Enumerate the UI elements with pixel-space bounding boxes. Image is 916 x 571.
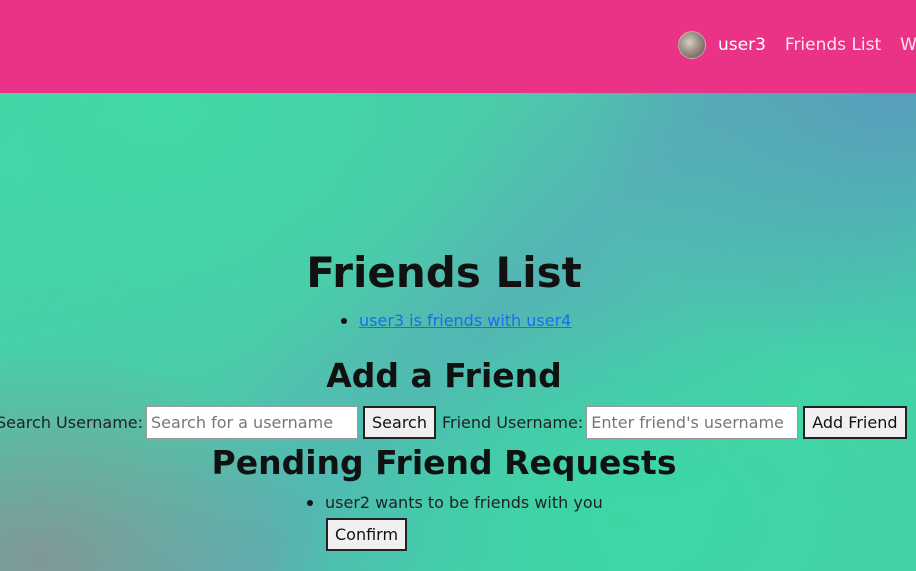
friend-list: user3 is friends with user4 — [341, 311, 571, 330]
search-button[interactable]: Search — [363, 406, 436, 439]
user-avatar[interactable] — [678, 31, 706, 59]
pending-requests-list: user2 wants to be friends with you Confi… — [307, 493, 603, 551]
search-username-label: Search Username: — [0, 413, 144, 432]
confirm-button[interactable]: Confirm — [326, 518, 408, 551]
nav-friends-list-link[interactable]: Friends List — [785, 35, 881, 55]
bullet-icon — [307, 499, 313, 506]
add-friend-form: Search Username: Search Friend Username:… — [0, 406, 907, 439]
friend-list-item: user3 is friends with user4 — [341, 311, 571, 330]
friend-link[interactable]: user3 is friends with user4 — [359, 311, 571, 330]
pending-requests-title: Pending Friend Requests — [211, 443, 677, 482]
nav-user-link[interactable]: user3 — [718, 35, 766, 55]
add-friend-button[interactable]: Add Friend — [803, 406, 907, 439]
friend-username-input[interactable] — [586, 406, 799, 439]
add-friend-title: Add a Friend — [326, 356, 562, 395]
pending-request-text: user2 wants to be friends with you — [325, 493, 603, 512]
friend-username-label: Friend Username: — [441, 413, 584, 432]
top-navbar: user3 Friends List Wis — [0, 0, 916, 93]
pending-request-item: user2 wants to be friends with you Confi… — [307, 493, 603, 551]
nav-right-group: user3 Friends List Wis — [678, 30, 916, 60]
nav-wishlist-link[interactable]: Wis — [900, 35, 916, 55]
pending-request-line: user2 wants to be friends with you — [307, 493, 603, 512]
bullet-icon — [341, 317, 347, 324]
friends-list-title: Friends List — [306, 248, 582, 297]
search-username-input[interactable] — [146, 406, 359, 439]
